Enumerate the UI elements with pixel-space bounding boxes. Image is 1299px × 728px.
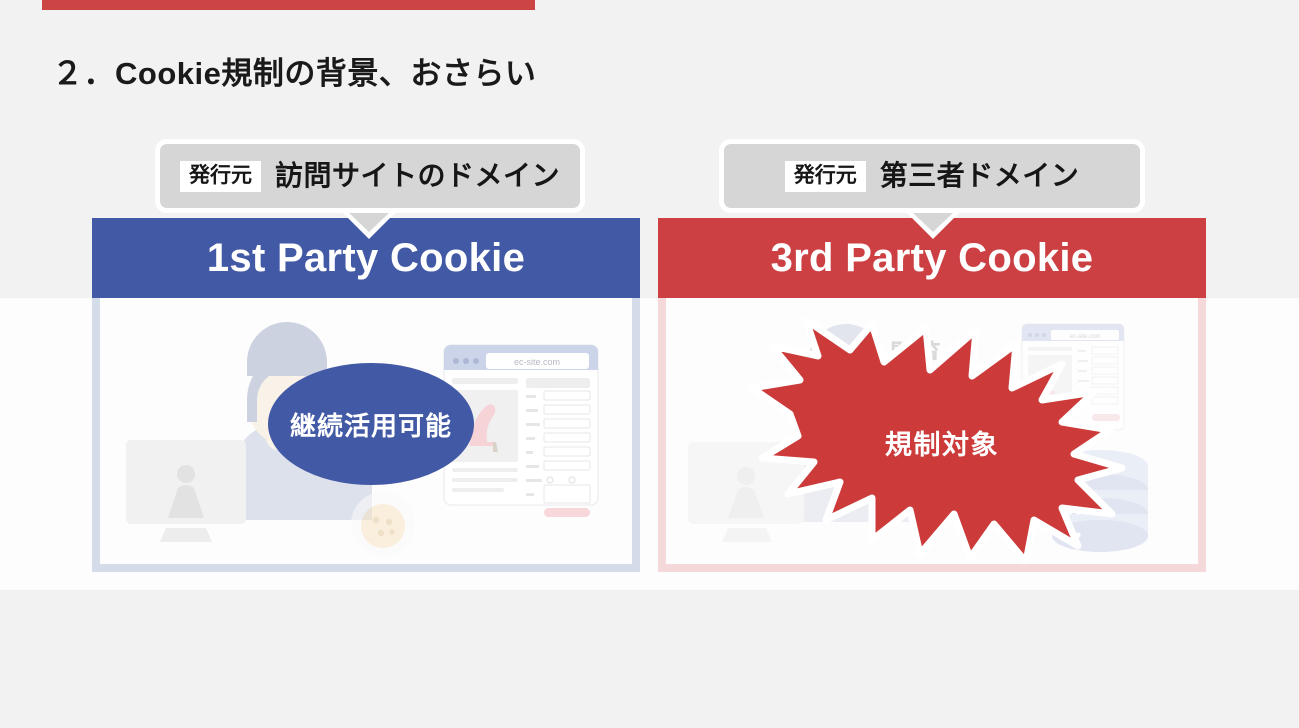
callout-bubble-first-party: 発行元 訪問サイトのドメイン: [155, 139, 585, 213]
card-body-first-party: ec-site.com 継続活用可能: [92, 298, 640, 572]
monitor: [126, 440, 246, 542]
card-body-third-party: ec-site.com 規制対象: [658, 298, 1206, 572]
callout-bubble-third-party: 発行元 第三者ドメイン: [719, 139, 1145, 213]
issuer-domain-text: 訪問サイトのドメイン: [274, 160, 560, 191]
badge-label-wrap: 規制対象: [744, 318, 1134, 564]
card-third-party-cookie: 3rd Party Cookie ec-site.com 規制対象: [658, 218, 1206, 572]
svg-text:ec-site.com: ec-site.com: [514, 357, 560, 367]
issuer-domain-text: 第三者ドメイン: [879, 160, 1080, 191]
card-first-party-cookie: 1st Party Cookie ec-site.com 継続活用可能: [92, 218, 640, 572]
badge-label: 継続活用可能: [289, 410, 452, 441]
issuer-chip-label: 発行元: [784, 160, 866, 192]
badge-first-party: 継続活用可能: [268, 363, 474, 485]
cookie-graphic: [351, 492, 415, 556]
badge-label: 規制対象: [885, 429, 999, 460]
page-title: ２．Cookie規制の背景、おさらい: [52, 56, 537, 91]
issuer-chip-label: 発行元: [179, 160, 261, 192]
top-accent-rule: [42, 0, 535, 10]
badge-third-party: 規制対象: [744, 318, 1134, 564]
